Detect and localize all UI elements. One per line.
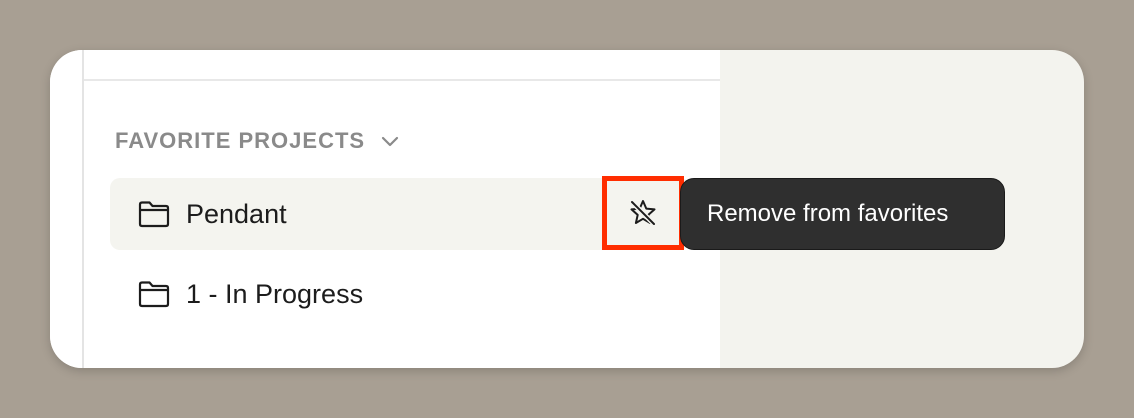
chevron-down-icon[interactable] (379, 130, 401, 152)
folder-icon (138, 200, 170, 228)
remove-from-favorites-button[interactable] (602, 176, 684, 250)
remove-favorite-tooltip: Remove from favorites (680, 178, 1005, 250)
app-window: FAVORITE PROJECTS Pendant 1 - In Progres… (50, 50, 1084, 368)
star-off-icon (627, 197, 659, 229)
project-label: Pendant (186, 198, 287, 229)
favorite-projects-header[interactable]: FAVORITE PROJECTS (115, 126, 401, 156)
project-label: 1 - In Progress (186, 278, 364, 309)
section-divider (84, 79, 720, 81)
favorite-project-in-progress[interactable]: 1 - In Progress (110, 258, 690, 330)
tooltip-text: Remove from favorites (707, 200, 949, 227)
sidebar-divider (82, 50, 84, 368)
favorite-projects-title: FAVORITE PROJECTS (115, 128, 366, 153)
folder-icon (138, 280, 170, 308)
sidebar: FAVORITE PROJECTS Pendant 1 - In Progres… (50, 50, 720, 368)
